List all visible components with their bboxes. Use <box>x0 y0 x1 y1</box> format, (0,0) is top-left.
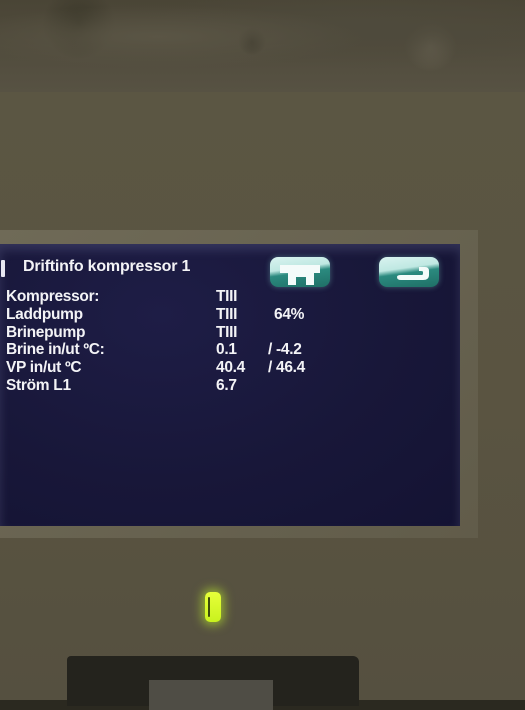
bottom-module <box>67 656 359 710</box>
back-button[interactable] <box>379 257 439 287</box>
row-value-secondary: / 46.4 <box>268 359 305 377</box>
return-arrow-icon <box>397 267 429 280</box>
status-led <box>205 592 221 622</box>
home-button[interactable] <box>270 257 330 287</box>
row-label: Ström L1 <box>6 376 71 394</box>
page-marker-icon <box>1 260 5 277</box>
row-value: 6.7 <box>216 376 237 394</box>
row-label: Brine in/ut ºC: <box>6 341 105 359</box>
row-label: Laddpump <box>6 305 83 323</box>
row-value: TIII <box>216 305 238 323</box>
home-icon <box>280 265 320 285</box>
row-value: TIII <box>216 288 238 305</box>
wall-background <box>0 0 525 92</box>
row-value: TIII <box>216 323 238 341</box>
row-label: VP in/ut ºC <box>6 359 82 377</box>
row-value-secondary: 64% <box>274 305 305 323</box>
display-screen: Driftinfo kompressor 1 Kompressor: TIII … <box>0 244 460 526</box>
bottom-module-insert <box>149 680 273 710</box>
row-value: 0.1 <box>216 341 237 359</box>
row-label: Kompressor: <box>6 288 100 305</box>
row-value: 40.4 <box>216 359 245 377</box>
row-value-secondary: / -4.2 <box>268 341 302 359</box>
page-title: Driftinfo kompressor 1 <box>23 258 191 275</box>
row-label: Brinepump <box>6 323 86 341</box>
led-indicator-mark <box>208 597 210 617</box>
